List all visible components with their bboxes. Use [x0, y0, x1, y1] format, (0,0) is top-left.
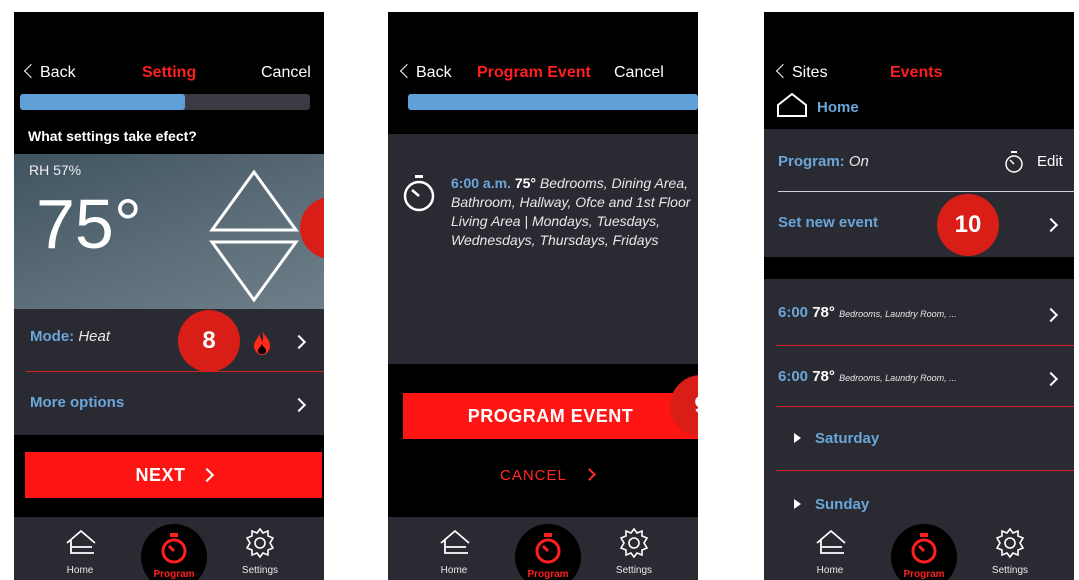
temperature-value: 75°: [36, 185, 142, 263]
sites-back-button[interactable]: Sites: [792, 64, 828, 82]
stopwatch-icon: [403, 175, 435, 212]
program-label: Program:: [778, 153, 845, 170]
progress-fill: [408, 94, 698, 110]
day-label: Saturday: [815, 430, 880, 447]
house-icon: [777, 92, 807, 117]
program-event-button[interactable]: PROGRAM EVENT: [403, 393, 698, 439]
stopwatch-icon: [161, 533, 187, 564]
gear-icon[interactable]: [994, 527, 1026, 559]
caret-right-icon: [794, 499, 801, 509]
gear-icon[interactable]: [244, 527, 276, 559]
cancel-link-label: CANCEL: [500, 467, 567, 484]
cancel-button[interactable]: Cancel: [614, 64, 664, 82]
home-icon[interactable]: [438, 527, 472, 557]
cancel-chevron-icon: [583, 468, 597, 481]
back-button[interactable]: Back: [40, 64, 76, 82]
divider: [26, 371, 324, 372]
edit-button[interactable]: Edit: [1037, 153, 1063, 170]
humidity-label: RH 57%: [29, 162, 82, 178]
mode-label: Mode:: [30, 328, 75, 345]
next-chevron-icon: [199, 467, 214, 483]
callout-badge-10: 10: [937, 194, 999, 256]
event-temp: 75°: [514, 175, 536, 191]
program-event-button-label: PROGRAM EVENT: [467, 405, 634, 426]
stopwatch-icon: [535, 533, 561, 564]
divider: [776, 470, 1074, 471]
home-icon[interactable]: [64, 527, 98, 557]
cancel-link[interactable]: CANCEL: [500, 467, 597, 484]
cancel-button[interactable]: Cancel: [261, 64, 311, 82]
program-value: On: [848, 153, 869, 170]
progress-bar: [20, 94, 310, 110]
gear-icon[interactable]: [618, 527, 650, 559]
mode-row[interactable]: Mode: Heat: [30, 328, 110, 345]
back-chevron-icon[interactable]: [23, 63, 39, 79]
page-title: Program Event: [477, 64, 591, 81]
flame-icon: [254, 330, 270, 355]
caret-right-icon: [794, 433, 801, 443]
tab-program-label: Program: [527, 569, 569, 580]
day-row-saturday[interactable]: Saturday: [794, 430, 879, 447]
tab-bar: Home Program Settings: [14, 517, 324, 580]
event-summary: 6:00 a.m. 75° Bedrooms, Dining Area, Bat…: [451, 174, 691, 250]
stopwatch-icon: [911, 533, 937, 564]
tab-home[interactable]: Home: [795, 565, 865, 576]
tab-program-label: Program: [153, 569, 195, 580]
events-screen: Sites Events Home Program: On Edit Set n…: [764, 12, 1074, 580]
event-time: 6:00: [778, 304, 809, 321]
event-row-1[interactable]: 6:00 78° Bedrooms, Laundry Room, ...: [778, 304, 957, 321]
day-label: Sunday: [815, 496, 870, 513]
tab-settings[interactable]: Settings: [975, 565, 1045, 576]
event-time: 6:00: [778, 368, 809, 385]
next-button[interactable]: NEXT: [25, 452, 322, 498]
site-home-label[interactable]: Home: [817, 99, 859, 116]
event-rooms: Bedrooms, Laundry Room, ...: [839, 309, 957, 319]
tab-home[interactable]: Home: [419, 565, 489, 576]
event-rooms: Bedrooms, Laundry Room, ...: [839, 373, 957, 383]
question-label: What settings take efect?: [28, 128, 197, 144]
program-status: Program: On: [778, 153, 869, 170]
temperature-panel: RH 57% 75°: [14, 154, 324, 309]
callout-badge-8: 8: [178, 310, 240, 372]
progress-fill: [20, 94, 186, 110]
temp-up-arrow-icon[interactable]: [206, 166, 306, 236]
home-icon[interactable]: [814, 527, 848, 557]
setting-screen: Back Setting Cancel What settings take e…: [14, 12, 324, 580]
divider: [776, 345, 1074, 346]
event-temp: 78°: [812, 304, 835, 321]
tab-bar: Home Program Settings: [764, 517, 1074, 580]
program-event-screen: Back Program Event Cancel 6:00 a.m. 75° …: [388, 12, 698, 580]
back-chevron-icon[interactable]: [399, 63, 415, 79]
tab-program-label: Program: [903, 569, 945, 580]
divider: [776, 406, 1074, 407]
tab-program[interactable]: Program: [141, 524, 207, 580]
program-panel: [764, 129, 1074, 257]
back-button[interactable]: Back: [416, 64, 452, 82]
tab-settings[interactable]: Settings: [599, 565, 669, 576]
tab-home[interactable]: Home: [45, 565, 115, 576]
set-new-event-link[interactable]: Set new event: [778, 214, 878, 231]
back-chevron-icon[interactable]: [775, 63, 791, 79]
tab-program[interactable]: Program: [515, 524, 581, 580]
page-title: Setting: [142, 64, 197, 81]
next-button-label: NEXT: [135, 464, 186, 485]
more-options-link[interactable]: More options: [30, 394, 124, 411]
page-title: Events: [890, 64, 943, 81]
stopwatch-icon: [1005, 151, 1023, 173]
tab-settings[interactable]: Settings: [225, 565, 295, 576]
event-row-2[interactable]: 6:00 78° Bedrooms, Laundry Room, ...: [778, 368, 957, 385]
temp-down-arrow-icon[interactable]: [206, 236, 306, 306]
day-row-sunday[interactable]: Sunday: [794, 496, 869, 513]
mode-value: Heat: [78, 328, 111, 345]
event-temp: 78°: [812, 368, 835, 385]
progress-bar: [408, 94, 698, 110]
event-time: 6:00 a.m.: [451, 175, 511, 191]
tab-bar: Home Program Settings: [388, 517, 698, 580]
tab-program[interactable]: Program: [891, 524, 957, 580]
divider: [778, 191, 1074, 192]
